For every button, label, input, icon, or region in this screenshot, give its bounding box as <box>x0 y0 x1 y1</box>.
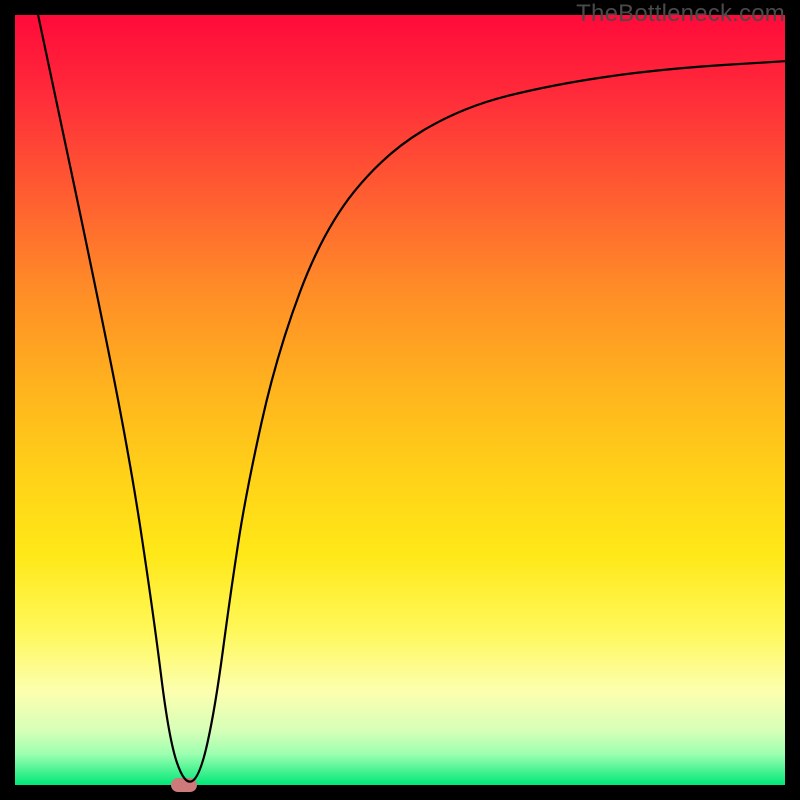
chart-plot-area <box>15 15 785 785</box>
curve-path <box>38 15 785 782</box>
watermark-text: TheBottleneck.com <box>576 0 785 28</box>
bottleneck-curve <box>15 15 785 785</box>
